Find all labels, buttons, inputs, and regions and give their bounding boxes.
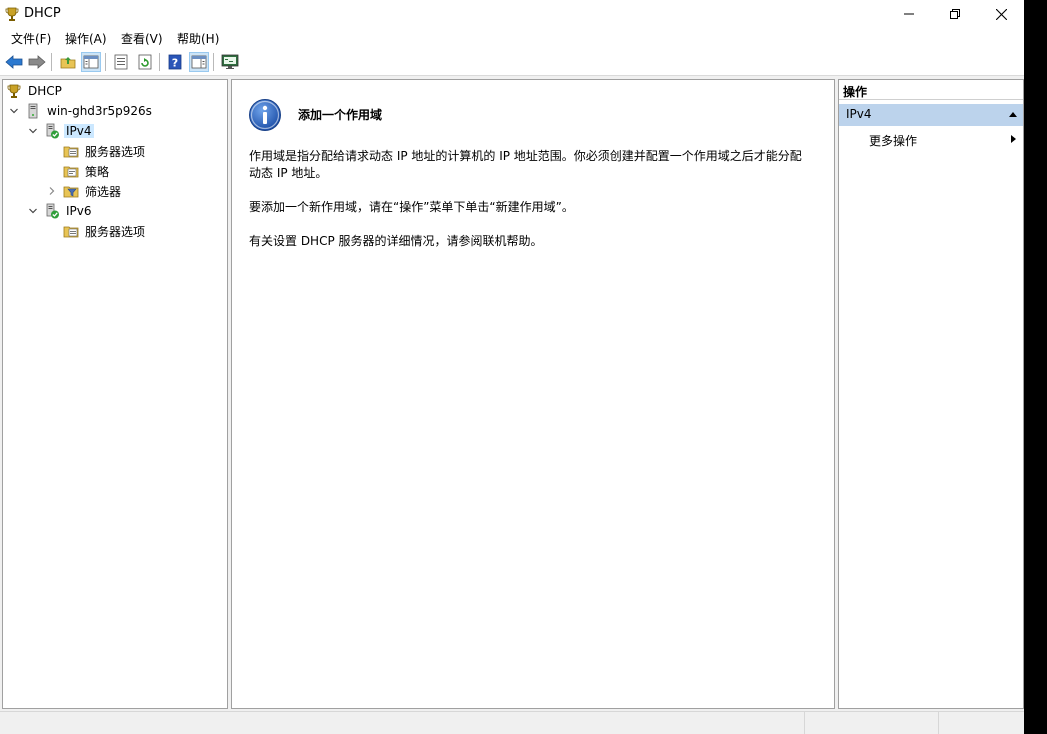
tree-label: IPv4 (64, 124, 94, 138)
up-one-level-button[interactable] (58, 52, 78, 72)
console-tree[interactable]: DHCP win-ghd3r5p926s IPv4 服务器选项 策略 筛选器 I… (2, 79, 228, 709)
server-icon (28, 103, 38, 119)
tree-label: win-ghd3r5p926s (47, 104, 152, 118)
svg-text:?: ? (172, 57, 178, 70)
result-pane: 添加一个作用域 作用域是指分配给请求动态 IP 地址的计算机的 IP 地址范围。… (231, 79, 835, 709)
help-paragraph: 有关设置 DHCP 服务器的详细情况，请参阅联机帮助。 (249, 234, 543, 248)
menu-file[interactable]: 文件(F) (11, 30, 51, 47)
status-cell (804, 712, 938, 734)
tree-node-ipv6-server-options[interactable]: 服务器选项 (63, 222, 147, 240)
instruction-paragraph: 要添加一个新作用域，请在“操作”菜单下单击“新建作用域”。 (249, 200, 574, 214)
filter-icon (63, 186, 79, 198)
ipv4-status-ok-icon (46, 123, 59, 139)
collapse-up-icon[interactable] (1009, 112, 1017, 117)
toolbar: ? (0, 48, 1024, 76)
menu-help[interactable]: 帮助(H) (177, 30, 219, 47)
policies-icon (63, 166, 79, 178)
tree-label: 服务器选项 (85, 224, 146, 239)
menu-bar: 文件(F) 操作(A) 查看(V) 帮助(H) (0, 28, 1024, 48)
minimize-button[interactable] (886, 0, 932, 28)
server-options-icon (63, 146, 79, 158)
expand-chevron-icon[interactable] (9, 106, 19, 116)
tree-node-ipv4-policies[interactable]: 策略 (63, 162, 111, 180)
actions-group-label: IPv4 (846, 107, 872, 121)
restore-icon (950, 9, 960, 19)
toolbar-separator (213, 53, 214, 71)
show-hide-action-pane-button[interactable] (189, 52, 209, 72)
ipv6-status-ok-icon (46, 203, 59, 219)
tree-node-dhcp[interactable]: DHCP (6, 82, 64, 100)
status-bar (0, 711, 1024, 734)
forward-arrow-icon (28, 55, 46, 69)
help-icon: ? (168, 54, 182, 70)
title-bar[interactable]: DHCP (0, 0, 1024, 28)
tree-label: DHCP (28, 84, 62, 98)
toolbar-separator (105, 53, 106, 71)
minimize-icon (904, 13, 914, 15)
properties-icon (114, 54, 128, 70)
tree-node-ipv6[interactable]: IPv6 (44, 202, 94, 220)
info-icon (249, 99, 281, 131)
tree-label: IPv6 (66, 204, 92, 218)
result-heading: 添加一个作用域 (298, 108, 383, 122)
back-arrow-icon (5, 55, 23, 69)
properties-button[interactable] (111, 52, 131, 72)
description-paragraph: 作用域是指分配给请求动态 IP 地址的计算机的 IP 地址范围。你必须创建并配置… (249, 149, 802, 180)
show-hide-tree-icon (83, 55, 99, 69)
more-actions-item[interactable]: 更多操作 (869, 132, 917, 149)
tree-label: 服务器选项 (85, 144, 146, 159)
tree-node-ipv4-filters[interactable]: 筛选器 (63, 182, 123, 200)
close-icon (995, 8, 1007, 20)
collapsed-chevron-icon[interactable] (47, 186, 57, 196)
tree-node-ipv4-server-options[interactable]: 服务器选项 (63, 142, 147, 160)
tree-node-server[interactable]: win-ghd3r5p926s (25, 102, 154, 120)
window-title: DHCP (24, 6, 61, 21)
expand-chevron-icon[interactable] (28, 206, 38, 216)
refresh-icon (138, 54, 152, 70)
status-cell (938, 712, 1024, 734)
restore-button[interactable] (932, 0, 978, 28)
refresh-button[interactable] (135, 52, 155, 72)
submenu-arrow-icon[interactable] (1011, 135, 1016, 143)
forward-button[interactable] (27, 52, 47, 72)
server-options-icon (63, 226, 79, 238)
show-hide-action-pane-icon (191, 55, 207, 69)
show-hide-tree-button[interactable] (81, 52, 101, 72)
actions-header: 操作 (839, 80, 1023, 100)
close-button[interactable] (978, 0, 1024, 28)
mmc-window: DHCP 文件(F) 操作(A) 查看(V) 帮助(H) ? DHCP win-… (0, 0, 1024, 734)
monitor-button[interactable] (220, 52, 240, 72)
actions-pane: 操作 IPv4 更多操作 (838, 79, 1024, 709)
dhcp-trophy-icon (5, 7, 19, 21)
expand-chevron-icon[interactable] (28, 126, 38, 136)
toolbar-separator (51, 53, 52, 71)
up-folder-icon (60, 57, 76, 69)
tree-label: 策略 (85, 164, 110, 179)
toolbar-separator (159, 53, 160, 71)
dhcp-trophy-icon (7, 84, 21, 98)
actions-group-ipv4[interactable]: IPv4 (839, 104, 1023, 126)
menu-action[interactable]: 操作(A) (65, 30, 107, 47)
menu-view[interactable]: 查看(V) (121, 30, 163, 47)
help-button[interactable]: ? (165, 52, 185, 72)
tree-node-ipv4[interactable]: IPv4 (44, 122, 94, 140)
back-button[interactable] (4, 52, 24, 72)
tree-label: 筛选器 (85, 184, 122, 199)
monitor-icon (221, 54, 239, 69)
